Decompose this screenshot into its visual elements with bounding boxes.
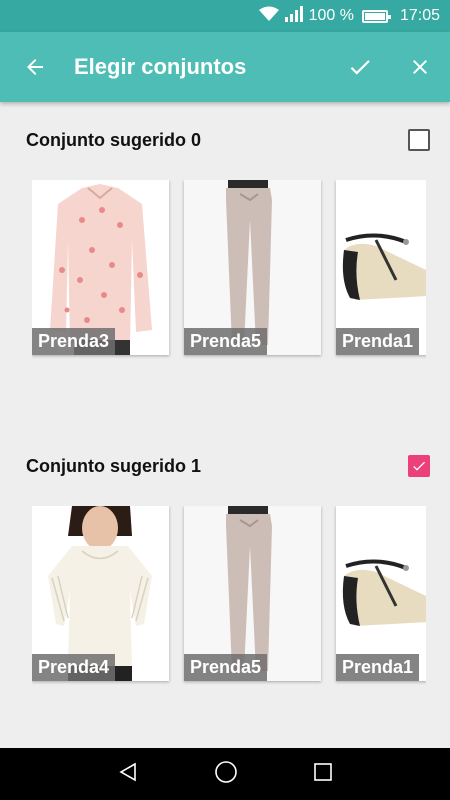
outfit-group-header: Conjunto sugerido 1 [26, 446, 430, 486]
nav-home-button[interactable] [214, 760, 238, 789]
circle-home-icon [215, 760, 237, 783]
app-bar: Elegir conjuntos [0, 32, 450, 102]
system-nav-bar [0, 748, 450, 800]
signal-icon [284, 5, 303, 27]
close-button[interactable] [390, 32, 450, 102]
confirm-button[interactable] [330, 32, 390, 102]
clock: 17:05 [399, 7, 440, 24]
clothing-label: Prenda1 [336, 654, 420, 681]
arrow-back-icon [27, 59, 43, 75]
clothing-card[interactable]: Prenda5 [184, 180, 321, 355]
triangle-back-icon [119, 762, 137, 781]
check-icon [350, 60, 370, 75]
close-icon [413, 60, 427, 74]
outfit-group-title: Conjunto sugerido 1 [26, 455, 201, 476]
status-bar: 100 % 17:05 [0, 0, 450, 32]
back-button[interactable] [0, 32, 70, 102]
outfit-list: Conjunto sugerido 0 Prenda3 Prenda5 Pren… [0, 102, 450, 748]
clothing-label: Prenda5 [184, 654, 268, 681]
clothing-label: Prenda1 [336, 328, 420, 355]
outfit-group-title: Conjunto sugerido 0 [26, 129, 201, 150]
outfit-items-row[interactable]: Prenda4 Prenda5 Prenda1 [32, 506, 426, 686]
square-recents-icon [313, 762, 332, 781]
wifi-icon [258, 6, 279, 27]
clothing-label: Prenda4 [32, 654, 116, 681]
checkmark-icon [413, 461, 425, 471]
clothing-card[interactable]: Prenda3 [32, 180, 169, 355]
clothing-label: Prenda5 [184, 328, 268, 355]
clothing-label: Prenda3 [32, 328, 116, 355]
clothing-card[interactable]: Prenda1 [336, 180, 426, 355]
clothing-card[interactable]: Prenda1 [336, 506, 426, 681]
battery-percent: 100 % [308, 7, 354, 24]
outfit-group-header: Conjunto sugerido 0 [26, 120, 430, 160]
nav-recents-button[interactable] [313, 762, 333, 787]
page-title: Elegir conjuntos [74, 54, 247, 79]
outfit-items-row[interactable]: Prenda3 Prenda5 Prenda1 [32, 180, 426, 360]
nav-back-button[interactable] [117, 761, 139, 788]
clothing-card[interactable]: Prenda5 [184, 506, 321, 681]
battery-icon [361, 9, 391, 23]
outfit-checkbox[interactable] [408, 455, 430, 477]
clothing-card[interactable]: Prenda4 [32, 506, 169, 681]
outfit-checkbox[interactable] [408, 129, 430, 151]
